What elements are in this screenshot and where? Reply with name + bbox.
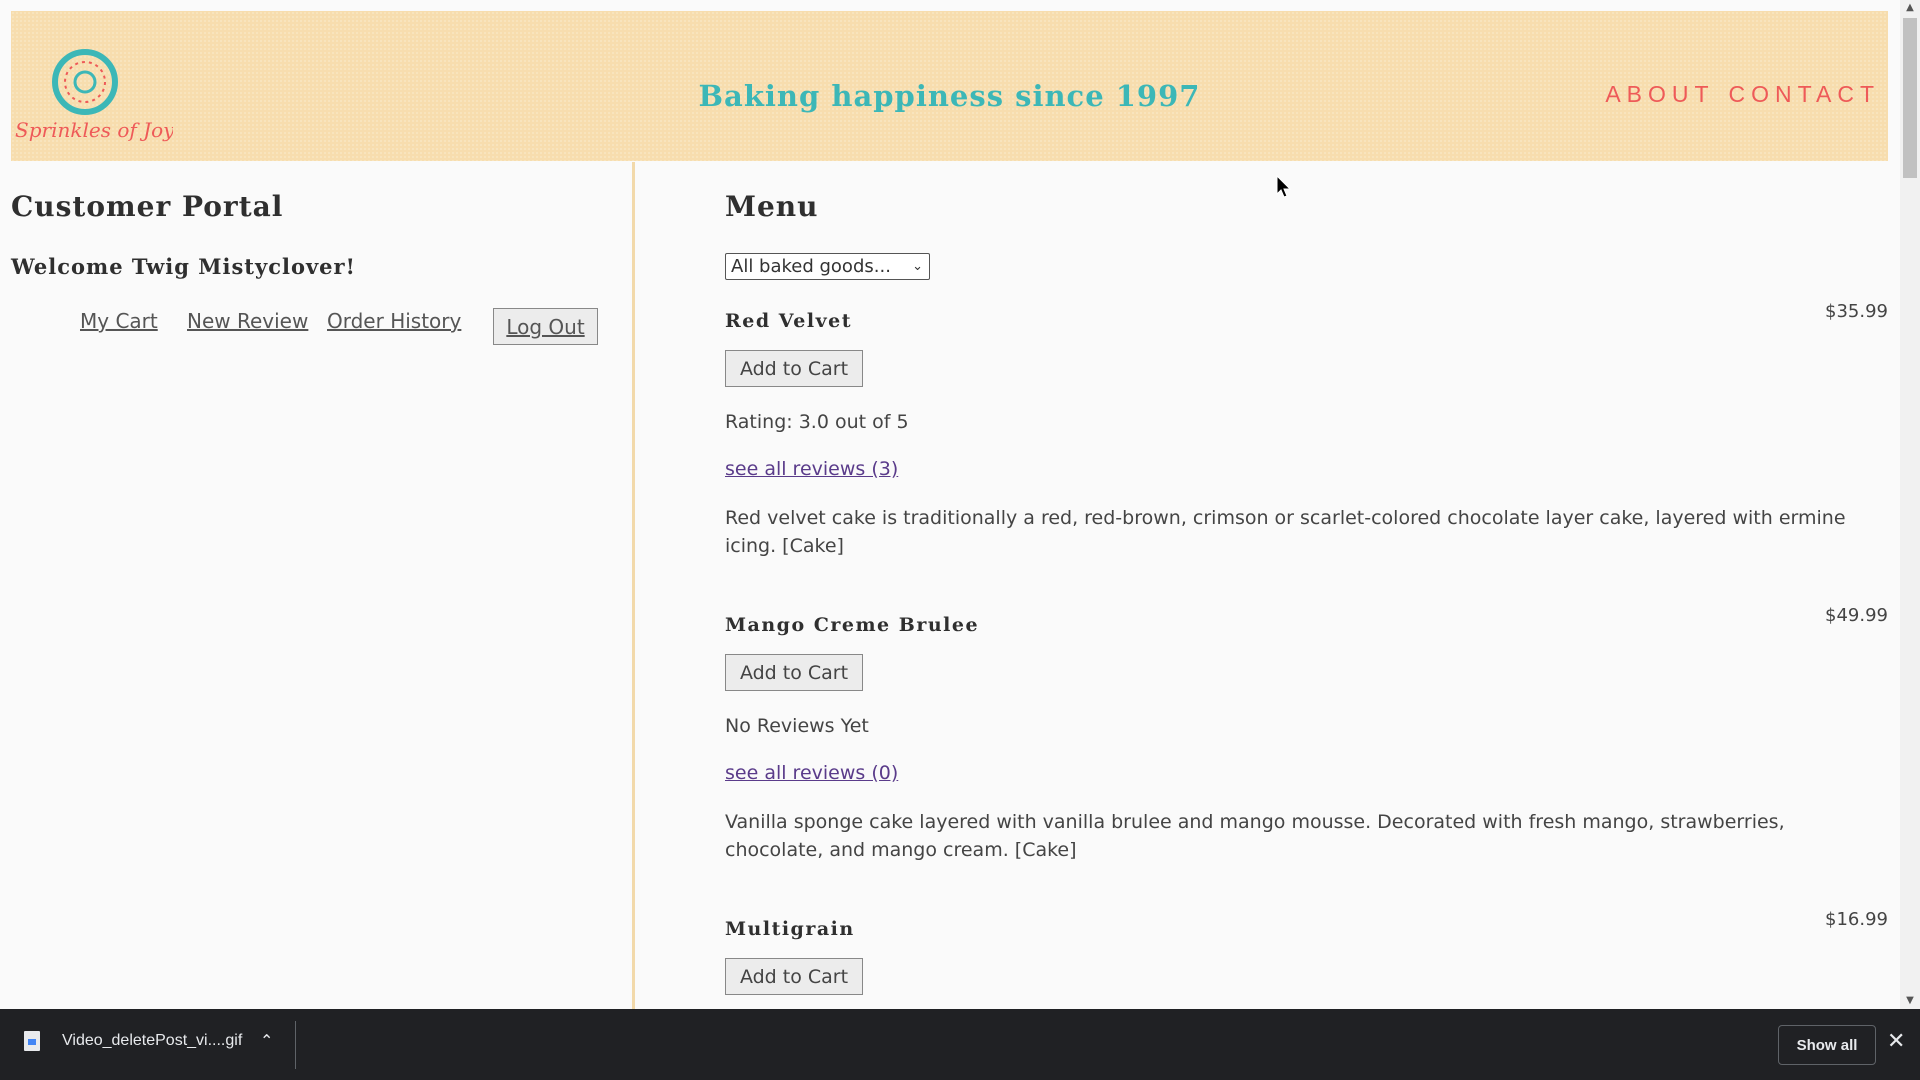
portal-title: Customer Portal bbox=[11, 190, 284, 223]
show-all-button[interactable]: Show all bbox=[1778, 1025, 1876, 1065]
download-separator bbox=[295, 1021, 296, 1069]
close-icon[interactable]: ✕ bbox=[1887, 1029, 1905, 1054]
item-price: $35.99 bbox=[1825, 301, 1888, 322]
customer-portal: Customer Portal Welcome Twig Mistyclover… bbox=[0, 162, 633, 1009]
welcome-message: Welcome Twig Mistyclover! bbox=[11, 254, 356, 279]
item-price: $49.99 bbox=[1825, 605, 1888, 626]
my-cart-link[interactable]: My Cart bbox=[80, 309, 158, 333]
logout-button[interactable]: Log Out bbox=[493, 308, 598, 345]
category-filter-select[interactable]: All baked goods... ⌄ bbox=[725, 253, 930, 280]
chevron-down-icon: ⌄ bbox=[912, 259, 923, 274]
page: Sprinkles of Joy Baking happiness since … bbox=[0, 0, 1900, 1009]
mouse-cursor-icon bbox=[1276, 175, 1292, 198]
menu-section: Menu All baked goods... ⌄ Red Velvet $35… bbox=[635, 162, 1900, 1009]
menu-title: Menu bbox=[725, 190, 819, 223]
nav-about[interactable]: ABOUT bbox=[1605, 81, 1714, 108]
file-icon bbox=[24, 1031, 40, 1051]
site-header: Sprinkles of Joy Baking happiness since … bbox=[11, 11, 1888, 161]
add-to-cart-button[interactable]: Add to Cart bbox=[725, 350, 863, 387]
download-file-name: Video_deletePost_vi....gif bbox=[62, 1032, 243, 1049]
download-bar: Video_deletePost_vi....gif ⌃ Show all ✕ bbox=[0, 1009, 1920, 1080]
see-reviews-link[interactable]: see all reviews (0) bbox=[725, 762, 898, 784]
filter-selected-value: All baked goods... bbox=[731, 256, 891, 277]
scroll-down-arrow-icon[interactable]: ▼ bbox=[1900, 993, 1920, 1009]
item-description: Red velvet cake is traditionally a red, … bbox=[725, 507, 1846, 557]
scrollbar-thumb[interactable] bbox=[1903, 18, 1917, 178]
item-description: Vanilla sponge cake layered with vanilla… bbox=[725, 811, 1785, 861]
chevron-up-icon[interactable]: ⌃ bbox=[260, 1031, 273, 1050]
new-review-link[interactable]: New Review bbox=[187, 309, 308, 333]
order-history-link[interactable]: Order History bbox=[327, 309, 461, 333]
download-item[interactable]: Video_deletePost_vi....gif bbox=[24, 1031, 242, 1051]
add-to-cart-button[interactable]: Add to Cart bbox=[725, 958, 863, 995]
nav-contact[interactable]: CONTACT bbox=[1729, 81, 1880, 108]
svg-text:Sprinkles of Joy: Sprinkles of Joy bbox=[15, 118, 173, 142]
item-name: Mango Creme Brulee bbox=[725, 614, 980, 636]
vertical-scrollbar[interactable]: ▲ ▼ bbox=[1900, 0, 1920, 1009]
top-nav: ABOUT CONTACT bbox=[1605, 81, 1880, 108]
add-to-cart-button[interactable]: Add to Cart bbox=[725, 654, 863, 691]
item-price: $16.99 bbox=[1825, 909, 1888, 930]
see-reviews-link[interactable]: see all reviews (3) bbox=[725, 458, 898, 480]
scroll-up-arrow-icon[interactable]: ▲ bbox=[1900, 0, 1920, 16]
item-name: Multigrain bbox=[725, 918, 855, 940]
item-rating: No Reviews Yet bbox=[725, 715, 869, 737]
item-name: Red Velvet bbox=[725, 310, 852, 332]
item-rating: Rating: 3.0 out of 5 bbox=[725, 411, 909, 433]
